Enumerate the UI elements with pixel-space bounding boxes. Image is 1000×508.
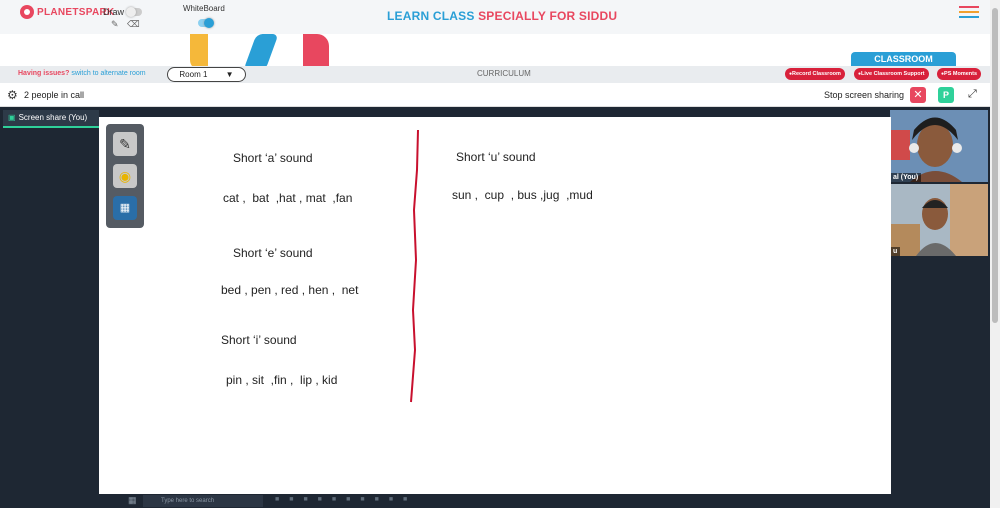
os-taskbar: ▦ Type here to search ■■■■■■■■■■: [0, 494, 1000, 508]
top-bar: PLANETSPARK Draw ✎ ⌫ WhiteBoard LEARN CL…: [0, 0, 1000, 34]
draw-toggle[interactable]: [126, 7, 142, 17]
whiteboard-control: WhiteBoard: [183, 4, 225, 13]
whiteboard-toggle[interactable]: [198, 18, 214, 28]
people-count: 2 people in call: [24, 90, 85, 100]
whiteboard-label: WhiteBoard: [183, 4, 225, 13]
pencil-icon[interactable]: ✎: [113, 132, 137, 156]
menu-icon[interactable]: [959, 6, 979, 21]
screen-share-tab[interactable]: ▣ Screen share (You): [3, 110, 99, 128]
ps-moments-button[interactable]: PS Moments: [937, 68, 982, 80]
stop-sharing-button[interactable]: ✕: [910, 87, 926, 103]
title-part-2: SPECIALLY FOR SIDDU: [478, 9, 618, 23]
title-part-1: LEARN CLASS: [387, 9, 475, 23]
eraser-icon[interactable]: ◉: [113, 164, 137, 188]
curriculum-label[interactable]: CURRICULUM: [477, 69, 531, 78]
call-bar: ⚙ 2 people in call Stop screen sharing ✕…: [0, 83, 990, 107]
participant-1-figure: [890, 110, 988, 182]
fullscreen-icon[interactable]: ⤢: [968, 88, 977, 101]
taskbar-search[interactable]: Type here to search: [143, 495, 263, 507]
page-title: LEARN CLASS SPECIALLY FOR SIDDU: [387, 9, 617, 23]
issue-notice: Having issues? switch to alternate room: [18, 70, 146, 77]
issue-bar: Having issues? switch to alternate room …: [0, 66, 1000, 83]
decor-red-shape: [303, 34, 329, 66]
participant-video-2[interactable]: u: [890, 184, 988, 256]
short-a-heading: Short ‘a’ sound: [233, 151, 313, 165]
scrollbar-thumb[interactable]: [992, 8, 998, 323]
pencil-mini-icon[interactable]: ✎: [111, 19, 119, 30]
page-scrollbar[interactable]: [990, 0, 1000, 508]
short-u-heading: Short ‘u’ sound: [456, 150, 536, 164]
avatar[interactable]: P: [938, 87, 954, 103]
short-i-heading: Short ‘i’ sound: [221, 333, 297, 347]
participant-2-name: u: [890, 247, 901, 256]
alternate-room-link[interactable]: switch to alternate room: [71, 70, 145, 77]
draw-control: Draw: [103, 7, 124, 17]
short-e-words: bed , pen , red , hen , net: [221, 283, 359, 297]
hand-drawn-divider: [410, 130, 419, 403]
planetspark-logo[interactable]: PLANETSPARK: [20, 5, 115, 19]
participant-video-1[interactable]: al (You): [890, 110, 988, 182]
short-a-words: cat , bat ,hat , mat ,fan: [223, 191, 353, 205]
room-select[interactable]: Room 1 ▼: [167, 67, 246, 82]
short-i-words: pin , sit ,fin , lip , kid: [226, 373, 338, 387]
short-e-heading: Short ‘e’ sound: [233, 246, 313, 260]
drawing-toolbar: ✎ ◉ ▦: [106, 124, 144, 228]
classroom-tab[interactable]: CLASSROOM: [851, 52, 956, 66]
frame-icon[interactable]: ▦: [113, 196, 137, 220]
gear-icon[interactable]: ⚙: [7, 88, 18, 102]
short-u-words: sun , cup , bus ,jug ,mud: [452, 188, 593, 202]
record-classroom-button[interactable]: Record Classroom: [785, 68, 845, 80]
whiteboard-canvas[interactable]: [99, 117, 891, 494]
issue-text: Having issues?: [18, 70, 70, 77]
room-select-value: Room 1: [179, 70, 208, 79]
participant-2-figure: [890, 184, 988, 256]
taskbar-app-icons[interactable]: ■■■■■■■■■■: [275, 496, 417, 503]
start-icon[interactable]: ▦: [128, 495, 137, 506]
screen-share-label: Screen share (You): [18, 113, 88, 122]
logo-mark-icon: [20, 5, 34, 19]
live-support-button[interactable]: Live Classroom Support: [854, 68, 929, 80]
chevron-down-icon: ▼: [225, 70, 234, 79]
stage-decoration: [0, 34, 1000, 66]
screen-share-icon: ▣: [8, 113, 16, 122]
eraser-mini-icon[interactable]: ⌫: [127, 19, 140, 30]
decor-blue-shape: [243, 34, 279, 66]
participant-1-name: al (You): [890, 173, 922, 182]
draw-label: Draw: [103, 7, 125, 17]
stop-sharing-label: Stop screen sharing: [824, 90, 905, 100]
decor-yellow-shape: [190, 34, 208, 66]
